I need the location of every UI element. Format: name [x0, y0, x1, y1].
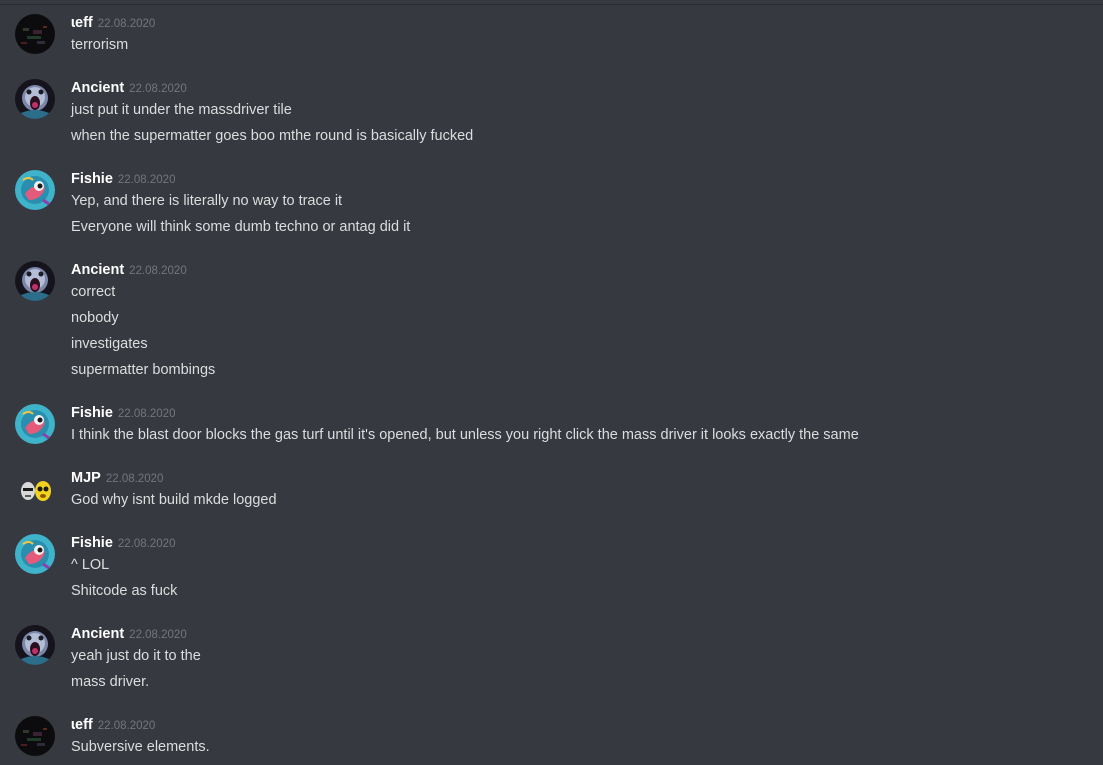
- avatar-teal-fish-icon[interactable]: [15, 170, 55, 210]
- message-content: God why isnt build mkde logged: [71, 490, 1081, 516]
- avatar-dark-pixel-icon[interactable]: [15, 716, 55, 756]
- message-header: Fishie 22.08.2020: [71, 534, 175, 554]
- message-header: Fishie 22.08.2020: [71, 170, 175, 190]
- author-name[interactable]: ɩeff: [71, 15, 93, 31]
- timestamp: 22.08.2020: [129, 629, 187, 641]
- message-text: mass driver.: [71, 674, 150, 690]
- message-text: nobody: [71, 310, 119, 326]
- author-name[interactable]: ɩeff: [71, 717, 93, 733]
- avatar-screaming-ghoul-icon[interactable]: [15, 79, 55, 119]
- timestamp: 22.08.2020: [105, 473, 164, 485]
- message-header: ɩeff 22.08.2020: [71, 716, 155, 736]
- avatar-teal-fish-icon[interactable]: [15, 404, 55, 444]
- message-content: Yep, and there is literally no way to tr…: [71, 191, 1081, 243]
- message-content: Subversive elements.: [71, 737, 1081, 763]
- message-text: God why isnt build mkde logged: [71, 492, 277, 508]
- message-text: Shitcode as fuck: [71, 583, 178, 599]
- avatar-dark-pixel-icon[interactable]: [15, 14, 55, 54]
- author-name[interactable]: MJP: [71, 470, 101, 486]
- message-content: correct nobody investigates supermatter …: [71, 282, 1081, 386]
- message-header: MJP 22.08.2020: [71, 469, 163, 489]
- timestamp: 22.08.2020: [97, 720, 156, 732]
- message-header: Fishie 22.08.2020: [71, 404, 175, 424]
- author-name[interactable]: Ancient: [71, 262, 124, 278]
- message-text: Subversive elements.: [71, 739, 210, 755]
- avatar-screaming-ghoul-icon[interactable]: [15, 625, 55, 665]
- avatar-teal-fish-icon[interactable]: [15, 534, 55, 574]
- message-content: just put it under the massdriver tile wh…: [71, 100, 1081, 152]
- message-text: terrorism: [71, 37, 129, 53]
- message-text: I think the blast door blocks the gas tu…: [71, 427, 859, 443]
- message-list[interactable]: ɩeff 22.08.2020 terrorism Ancient 22.08.20…: [0, 0, 1103, 765]
- message-header: ɩeff 22.08.2020: [71, 14, 155, 34]
- author-name[interactable]: Ancient: [71, 80, 124, 96]
- avatar-screaming-ghoul-icon[interactable]: [15, 261, 55, 301]
- message-header: Ancient 22.08.2020: [71, 261, 187, 281]
- timestamp: 22.08.2020: [129, 265, 187, 277]
- message-text: yeah just do it to the: [71, 648, 201, 664]
- message-content: terrorism: [71, 35, 1081, 61]
- message-header: Ancient 22.08.2020: [71, 79, 187, 99]
- author-name[interactable]: Fishie: [71, 405, 113, 421]
- message-text: Yep, and there is literally no way to tr…: [71, 193, 343, 209]
- author-name[interactable]: Fishie: [71, 535, 113, 551]
- avatar-two-faces-icon[interactable]: [15, 469, 55, 509]
- timestamp: 22.08.2020: [117, 174, 176, 186]
- author-name[interactable]: Fishie: [71, 171, 113, 187]
- timestamp: 22.08.2020: [97, 18, 156, 30]
- message-text: just put it under the massdriver tile: [71, 102, 292, 118]
- message-content: ^ LOL Shitcode as fuck: [71, 555, 1081, 607]
- message-text: ^ LOL: [71, 557, 110, 573]
- timestamp: 22.08.2020: [117, 408, 176, 420]
- timestamp: 22.08.2020: [129, 83, 187, 95]
- message-text: when the supermatter goes boo mthe round…: [71, 128, 474, 144]
- message-text: Everyone will think some dumb techno or …: [71, 219, 411, 235]
- message-text: supermatter bombings: [71, 362, 216, 378]
- message-content: I think the blast door blocks the gas tu…: [71, 425, 1081, 451]
- message-text: investigates: [71, 336, 148, 352]
- message-header: Ancient 22.08.2020: [71, 625, 187, 645]
- message-content: yeah just do it to the mass driver.: [71, 646, 1081, 698]
- author-name[interactable]: Ancient: [71, 626, 124, 642]
- timestamp: 22.08.2020: [117, 538, 176, 550]
- message-text: correct: [71, 284, 116, 300]
